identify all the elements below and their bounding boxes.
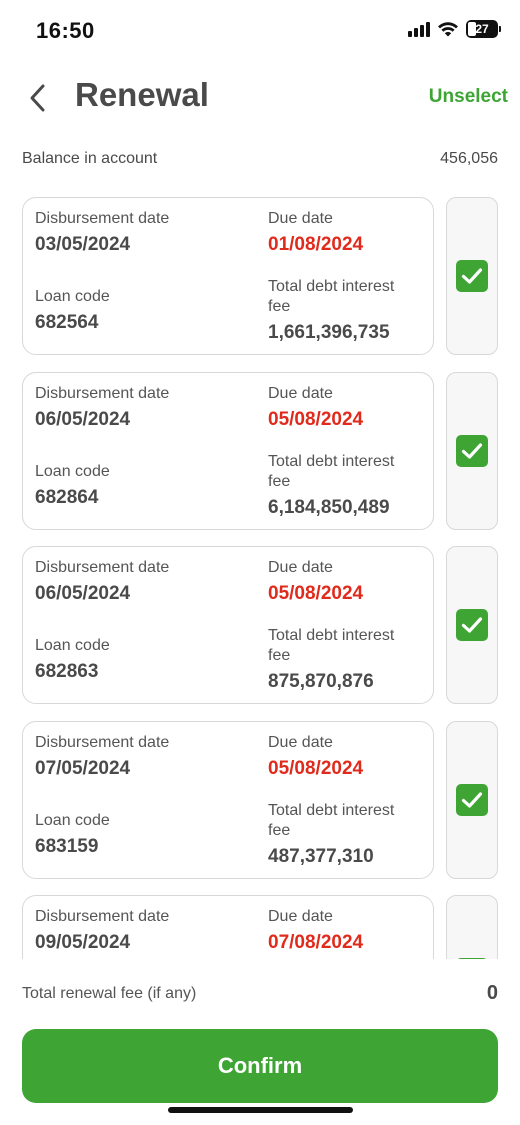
- due-date-label: Due date: [268, 385, 333, 402]
- disbursement-date-label: Disbursement date: [35, 734, 170, 751]
- page-title: Renewal: [75, 76, 209, 113]
- due-date-label: Due date: [268, 210, 333, 227]
- loan-checkbox[interactable]: [446, 546, 498, 704]
- loan-card[interactable]: Disbursement date 07/05/2024 Due date 05…: [22, 721, 434, 879]
- loan-checkbox[interactable]: [446, 372, 498, 530]
- loan-card[interactable]: Disbursement date 06/05/2024 Due date 05…: [22, 372, 434, 530]
- cellular-signal-icon: [408, 21, 430, 37]
- due-date-label: Due date: [268, 734, 333, 751]
- disbursement-date-value: 06/05/2024: [35, 409, 131, 430]
- total-debt-value: 1,661,396,735: [268, 322, 390, 343]
- loan-code-label: Loan code: [35, 288, 110, 305]
- loan-card[interactable]: Disbursement date 03/05/2024 Due date 01…: [22, 197, 434, 355]
- confirm-button[interactable]: Confirm: [22, 1029, 498, 1103]
- disbursement-date-value: 03/05/2024: [35, 234, 131, 255]
- loan-item: Disbursement date 06/05/2024 Due date 05…: [22, 372, 498, 530]
- disbursement-date-value: 09/05/2024: [35, 932, 131, 953]
- back-button[interactable]: [20, 78, 56, 118]
- total-renewal-fee-label: Total renewal fee (if any): [22, 984, 197, 1002]
- loan-code-value: 682863: [35, 661, 99, 682]
- disbursement-date-label: Disbursement date: [35, 559, 170, 576]
- checkmark-icon: [456, 260, 488, 292]
- battery-level: 27: [475, 22, 489, 36]
- loan-card[interactable]: Disbursement date 09/05/2024 Due date 07…: [22, 895, 434, 959]
- loan-checkbox[interactable]: [446, 721, 498, 879]
- home-indicator: [168, 1107, 353, 1113]
- status-time: 16:50: [36, 18, 95, 43]
- loan-checkbox[interactable]: [446, 895, 498, 959]
- due-date-value: 01/08/2024: [268, 234, 364, 255]
- battery-icon: 27: [466, 20, 501, 38]
- loan-code-value: 682564: [35, 312, 99, 333]
- loan-code-label: Loan code: [35, 812, 110, 829]
- balance-row: Balance in account 456,056: [22, 150, 498, 168]
- disbursement-date-value: 07/05/2024: [35, 758, 131, 779]
- total-debt-label: Total debt interest fee: [268, 802, 395, 839]
- total-debt-value: 875,870,876: [268, 671, 374, 692]
- total-renewal-fee-row: Total renewal fee (if any) 0: [22, 982, 498, 1005]
- unselect-button[interactable]: Unselect: [429, 86, 508, 108]
- loan-item: Disbursement date 09/05/2024 Due date 07…: [22, 895, 498, 959]
- status-bar: 16:50 27: [0, 0, 520, 60]
- status-icons: 27: [408, 20, 501, 38]
- loan-item: Disbursement date 06/05/2024 Due date 05…: [22, 546, 498, 704]
- total-debt-label: Total debt interest fee: [268, 278, 395, 315]
- loan-code-label: Loan code: [35, 637, 110, 654]
- disbursement-date-label: Disbursement date: [35, 385, 170, 402]
- checkmark-icon: [456, 435, 488, 467]
- wifi-icon: [438, 22, 458, 37]
- loan-code-label: Loan code: [35, 463, 110, 480]
- total-debt-value: 487,377,310: [268, 846, 374, 867]
- balance-label: Balance in account: [22, 150, 158, 167]
- total-renewal-fee-value: 0: [486, 982, 498, 1004]
- loan-code-value: 683159: [35, 836, 99, 857]
- due-date-value: 07/08/2024: [268, 932, 364, 953]
- disbursement-date-label: Disbursement date: [35, 908, 170, 925]
- checkmark-icon: [456, 784, 488, 816]
- disbursement-date-label: Disbursement date: [35, 210, 170, 227]
- header: Renewal Unselect: [0, 72, 520, 126]
- due-date-label: Due date: [268, 559, 333, 576]
- loan-item: Disbursement date 07/05/2024 Due date 05…: [22, 721, 498, 879]
- disbursement-date-value: 06/05/2024: [35, 583, 131, 604]
- due-date-label: Due date: [268, 908, 333, 925]
- due-date-value: 05/08/2024: [268, 409, 364, 430]
- balance-value: 456,056: [440, 150, 498, 167]
- chevron-left-icon: [30, 84, 45, 112]
- total-debt-value: 6,184,850,489: [268, 497, 390, 518]
- loan-list[interactable]: Disbursement date 03/05/2024 Due date 01…: [0, 197, 520, 959]
- due-date-value: 05/08/2024: [268, 758, 364, 779]
- total-debt-label: Total debt interest fee: [268, 627, 395, 664]
- total-debt-label: Total debt interest fee: [268, 453, 395, 490]
- loan-code-value: 682864: [35, 487, 99, 508]
- checkmark-icon: [456, 609, 488, 641]
- loan-item: Disbursement date 03/05/2024 Due date 01…: [22, 197, 498, 355]
- due-date-value: 05/08/2024: [268, 583, 364, 604]
- checkmark-icon: [456, 958, 488, 959]
- loan-checkbox[interactable]: [446, 197, 498, 355]
- loan-card[interactable]: Disbursement date 06/05/2024 Due date 05…: [22, 546, 434, 704]
